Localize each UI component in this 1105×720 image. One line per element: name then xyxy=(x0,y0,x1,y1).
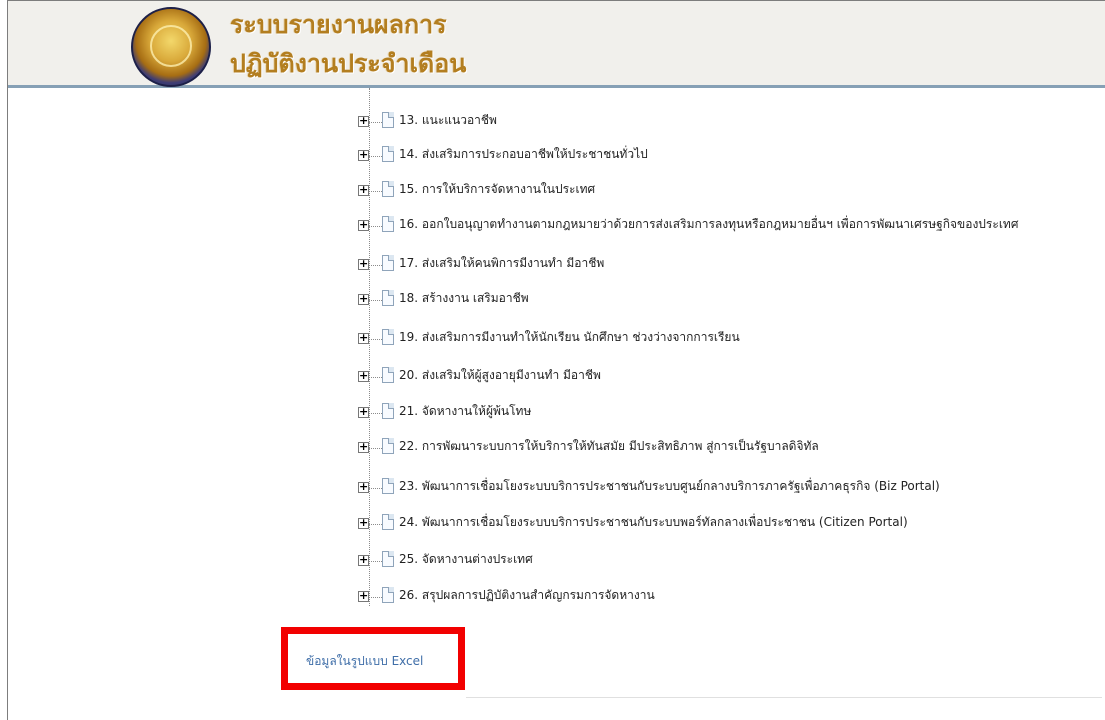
excel-export-link[interactable]: ข้อมูลในรูปแบบ Excel xyxy=(306,652,423,671)
tree-item-label[interactable]: 20. ส่งเสริมให้ผู้สูงอายุมีงานทำ มีอาชีพ xyxy=(399,366,601,384)
tree-item-label[interactable]: 24. พัฒนาการเชื่อมโยงระบบบริการประชาชนกั… xyxy=(399,513,908,531)
expand-plus-icon[interactable]: + xyxy=(358,406,369,418)
document-icon xyxy=(382,367,394,383)
document-icon xyxy=(382,587,394,603)
tree-item-label[interactable]: 19. ส่งเสริมการมีงานทำให้นักเรียน นักศึก… xyxy=(399,328,740,346)
expand-plus-icon[interactable]: + xyxy=(358,370,369,382)
tree-item-label[interactable]: 17. ส่งเสริมให้คนพิการมีงานทำ มีอาชีพ xyxy=(399,254,604,272)
tree-branch-line xyxy=(369,156,382,157)
tree-item-label[interactable]: 23. พัฒนาการเชื่อมโยงระบบบริการประชาชนกั… xyxy=(399,477,940,495)
tree-branch-line xyxy=(369,339,382,340)
tree-branch-line xyxy=(369,488,382,489)
seal-emblem-icon xyxy=(150,25,192,67)
tree-branch-line xyxy=(369,561,382,562)
tree-item-label[interactable]: 21. จัดหางานให้ผู้พ้นโทษ xyxy=(399,402,531,420)
document-icon xyxy=(382,146,394,162)
document-icon xyxy=(382,478,394,494)
tree-item-18[interactable]: + 18. สร้างงาน เสริมอาชีพ xyxy=(358,290,1098,312)
tree-item-25[interactable]: + 25. จัดหางานต่างประเทศ xyxy=(358,551,1098,573)
site-header: ระบบรายงานผลการ ปฏิบัติงานประจำเดือน xyxy=(8,1,1105,88)
tree-item-13[interactable]: + 13. แนะแนวอาชีพ xyxy=(358,112,1098,134)
expand-plus-icon[interactable]: + xyxy=(358,590,369,602)
tree-item-label[interactable]: 15. การให้บริการจัดหางานในประเทศ xyxy=(399,180,595,198)
document-icon xyxy=(382,329,394,345)
tree-branch-line xyxy=(369,448,382,449)
tree-branch-line xyxy=(369,597,382,598)
footer-divider xyxy=(466,697,1102,698)
tree-item-label[interactable]: 22. การพัฒนาระบบการให้บริการให้ทันสมัย ม… xyxy=(399,437,819,455)
window-border xyxy=(7,0,1105,720)
expand-plus-icon[interactable]: + xyxy=(358,517,369,529)
tree-item-15[interactable]: + 15. การให้บริการจัดหางานในประเทศ xyxy=(358,181,1098,203)
document-icon xyxy=(382,255,394,271)
tree-item-label[interactable]: 13. แนะแนวอาชีพ xyxy=(399,111,497,129)
department-seal-logo xyxy=(131,7,211,87)
tree-branch-line xyxy=(369,191,382,192)
expand-plus-icon[interactable]: + xyxy=(358,293,369,305)
tree-item-label[interactable]: 16. ออกใบอนุญาตทำงานตามกฎหมายว่าด้วยการส… xyxy=(399,215,1018,233)
tree-item-22[interactable]: + 22. การพัฒนาระบบการให้บริการให้ทันสมัย… xyxy=(358,438,1098,460)
document-icon xyxy=(382,216,394,232)
document-icon xyxy=(382,112,394,128)
tree-branch-line xyxy=(369,524,382,525)
expand-plus-icon[interactable]: + xyxy=(358,481,369,493)
document-icon xyxy=(382,438,394,454)
expand-plus-icon[interactable]: + xyxy=(358,332,369,344)
tree-branch-line xyxy=(369,265,382,266)
document-icon xyxy=(382,514,394,530)
tree-item-label[interactable]: 18. สร้างงาน เสริมอาชีพ xyxy=(399,289,529,307)
tree-item-16[interactable]: + 16. ออกใบอนุญาตทำงานตามกฎหมายว่าด้วยกา… xyxy=(358,216,1098,238)
tree-item-label[interactable]: 26. สรุปผลการปฏิบัติงานสำคัญกรมการจัดหาง… xyxy=(399,586,655,604)
tree-branch-line xyxy=(369,413,382,414)
document-icon xyxy=(382,403,394,419)
document-icon xyxy=(382,290,394,306)
expand-plus-icon[interactable]: + xyxy=(358,115,369,127)
document-icon xyxy=(382,551,394,567)
expand-plus-icon[interactable]: + xyxy=(358,149,369,161)
site-title-line-1: ระบบรายงานผลการ xyxy=(230,10,447,39)
tree-item-26[interactable]: + 26. สรุปผลการปฏิบัติงานสำคัญกรมการจัดห… xyxy=(358,587,1098,609)
tree-branch-line xyxy=(369,377,382,378)
tree-item-14[interactable]: + 14. ส่งเสริมการประกอบอาชีพให้ประชาชนทั… xyxy=(358,146,1098,168)
tree-branch-line xyxy=(369,300,382,301)
tree-item-label[interactable]: 25. จัดหางานต่างประเทศ xyxy=(399,550,533,568)
tree-item-19[interactable]: + 19. ส่งเสริมการมีงานทำให้นักเรียน นักศ… xyxy=(358,329,1098,351)
tree-item-17[interactable]: + 17. ส่งเสริมให้คนพิการมีงานทำ มีอาชีพ xyxy=(358,255,1098,277)
tree-item-24[interactable]: + 24. พัฒนาการเชื่อมโยงระบบบริการประชาชน… xyxy=(358,514,1098,536)
expand-plus-icon[interactable]: + xyxy=(358,219,369,231)
tree-item-label[interactable]: 14. ส่งเสริมการประกอบอาชีพให้ประชาชนทั่ว… xyxy=(399,145,648,163)
expand-plus-icon[interactable]: + xyxy=(358,441,369,453)
tree-branch-line xyxy=(369,122,382,123)
expand-plus-icon[interactable]: + xyxy=(358,184,369,196)
tree-item-23[interactable]: + 23. พัฒนาการเชื่อมโยงระบบบริการประชาชน… xyxy=(358,478,1098,500)
expand-plus-icon[interactable]: + xyxy=(358,554,369,566)
document-icon xyxy=(382,181,394,197)
tree-item-20[interactable]: + 20. ส่งเสริมให้ผู้สูงอายุมีงานทำ มีอาช… xyxy=(358,367,1098,389)
tree-item-21[interactable]: + 21. จัดหางานให้ผู้พ้นโทษ xyxy=(358,403,1098,425)
expand-plus-icon[interactable]: + xyxy=(358,258,369,270)
excel-highlight-box: ข้อมูลในรูปแบบ Excel xyxy=(281,627,465,690)
site-title-line-2: ปฏิบัติงานประจำเดือน xyxy=(230,49,467,78)
tree-branch-line xyxy=(369,226,382,227)
